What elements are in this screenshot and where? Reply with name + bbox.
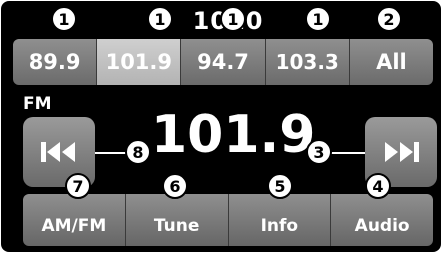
callout-marker: 8 (125, 139, 151, 165)
callout-marker: 6 (162, 173, 188, 199)
info-button[interactable]: Info (228, 194, 332, 246)
callout-marker: 1 (51, 6, 77, 32)
callout-marker: 4 (365, 173, 391, 199)
preset-button-1[interactable]: 89.9 (13, 39, 98, 85)
radio-screen: 1010 89.9 101.9 94.7 103.3 All FM 101.9 … (1, 1, 441, 252)
callout-leader-8 (95, 152, 127, 154)
callout-leader-3 (331, 152, 365, 154)
callout-marker: 5 (267, 173, 293, 199)
callout-marker: 1 (220, 6, 246, 32)
callout-marker: 7 (65, 173, 91, 199)
seek-forward-icon (385, 142, 419, 162)
preset-button-3[interactable]: 94.7 (181, 39, 266, 85)
seek-back-icon (41, 142, 75, 162)
callout-marker: 3 (306, 139, 332, 165)
current-frequency: 101.9 (151, 105, 316, 165)
bottom-bar: AM/FM Tune Info Audio (23, 194, 433, 246)
band-label: FM (23, 94, 52, 114)
preset-button-4[interactable]: 103.3 (265, 39, 350, 85)
preset-bar: 89.9 101.9 94.7 103.3 All (13, 39, 433, 85)
callout-marker: 1 (147, 6, 173, 32)
tune-button[interactable]: Tune (125, 194, 229, 246)
callout-marker: 2 (376, 6, 402, 32)
preset-button-2[interactable]: 101.9 (97, 39, 182, 85)
all-presets-button[interactable]: All (349, 39, 433, 85)
audio-button[interactable]: Audio (331, 194, 433, 246)
am-fm-button[interactable]: AM/FM (23, 194, 126, 246)
callout-marker: 1 (305, 6, 331, 32)
